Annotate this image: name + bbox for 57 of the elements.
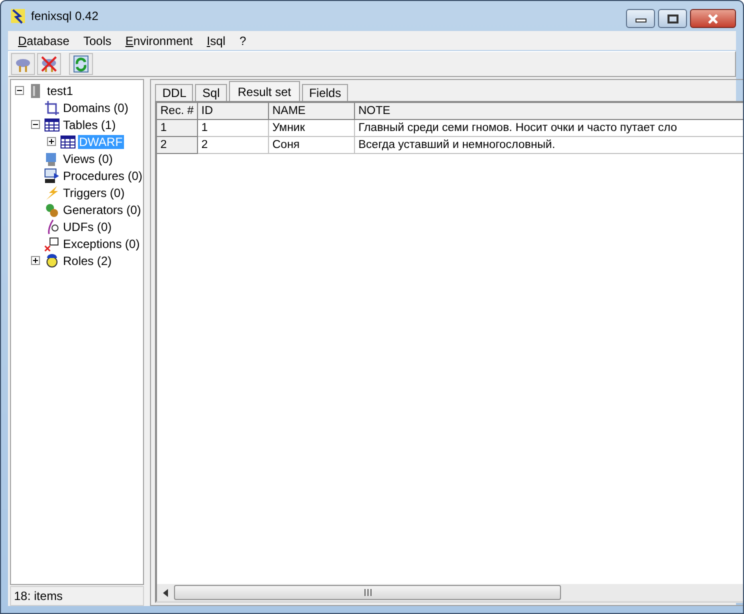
exception-icon: [44, 236, 60, 252]
table-cell: 1: [157, 120, 198, 137]
tree-item[interactable]: Domains (0): [62, 100, 130, 114]
table-cell: Главный среди семи гномов. Носит очки и часто путает сло: [355, 120, 743, 137]
tree-item[interactable]: Generators (0): [62, 202, 142, 216]
tab[interactable]: DDL: [155, 84, 194, 101]
menu-item[interactable]: ?: [232, 34, 254, 48]
table-icon: [60, 134, 76, 150]
tree-item[interactable]: Triggers (0): [62, 186, 126, 200]
close-button[interactable]: [690, 9, 736, 28]
tree-item[interactable]: Views (0): [62, 152, 114, 166]
menu-item[interactable]: Environment: [118, 34, 200, 48]
column-header[interactable]: NOTE: [355, 103, 743, 120]
table-cell: Всегда уставший и немногословный.: [355, 137, 743, 154]
tree-item[interactable]: Procedures (0): [62, 168, 144, 182]
tab[interactable]: Fields: [302, 84, 348, 101]
procedure-icon: [44, 168, 60, 184]
role-icon: [44, 252, 60, 268]
scroll-left-icon[interactable]: [163, 588, 168, 596]
menu-item[interactable]: Tools: [76, 34, 118, 48]
status-bar: 18: items: [10, 586, 144, 606]
domain-icon: [44, 100, 60, 116]
table-icon: [44, 116, 60, 132]
tree-item[interactable]: Tables (1): [62, 118, 117, 132]
table-cell: Соня: [269, 137, 356, 154]
scroll-thumb[interactable]: [174, 585, 562, 600]
tree-item[interactable]: UDFs (0): [62, 220, 113, 234]
collapse-icon[interactable]: [15, 86, 24, 95]
table-cell: Умник: [269, 120, 356, 137]
menu-item[interactable]: Database: [11, 34, 76, 48]
table-cell: 2: [157, 137, 198, 154]
expand-icon[interactable]: [31, 256, 40, 265]
crossed-plug-icon: [40, 55, 58, 73]
app-logo-icon: [10, 8, 26, 24]
tree-item[interactable]: Exceptions (0): [62, 236, 141, 250]
maximize-button[interactable]: [658, 9, 687, 28]
table-cell: 1: [198, 120, 270, 137]
collapse-icon[interactable]: [31, 120, 40, 129]
maximize-icon: [666, 14, 678, 24]
minimize-button[interactable]: [626, 9, 655, 28]
close-icon: [706, 14, 720, 24]
refresh-icon: [73, 55, 89, 73]
horizontal-scrollbar[interactable]: [157, 584, 743, 601]
unplug-button[interactable]: [37, 53, 61, 75]
table-cell: 2: [198, 137, 270, 154]
tab[interactable]: Sql: [195, 84, 227, 101]
column-header[interactable]: NAME: [269, 103, 356, 120]
column-header[interactable]: Rec. #: [157, 103, 198, 120]
window-title: fenixsql 0.42: [31, 9, 98, 23]
tab[interactable]: Result set: [228, 81, 300, 101]
expand-icon[interactable]: [47, 137, 56, 146]
column-header[interactable]: ID: [198, 103, 270, 120]
generator-icon: [44, 202, 60, 218]
menu-item[interactable]: Isql: [200, 34, 232, 48]
tree-item[interactable]: test1: [46, 84, 74, 98]
refresh-button[interactable]: [69, 53, 93, 75]
tree-item[interactable]: Roles (2): [62, 254, 113, 268]
